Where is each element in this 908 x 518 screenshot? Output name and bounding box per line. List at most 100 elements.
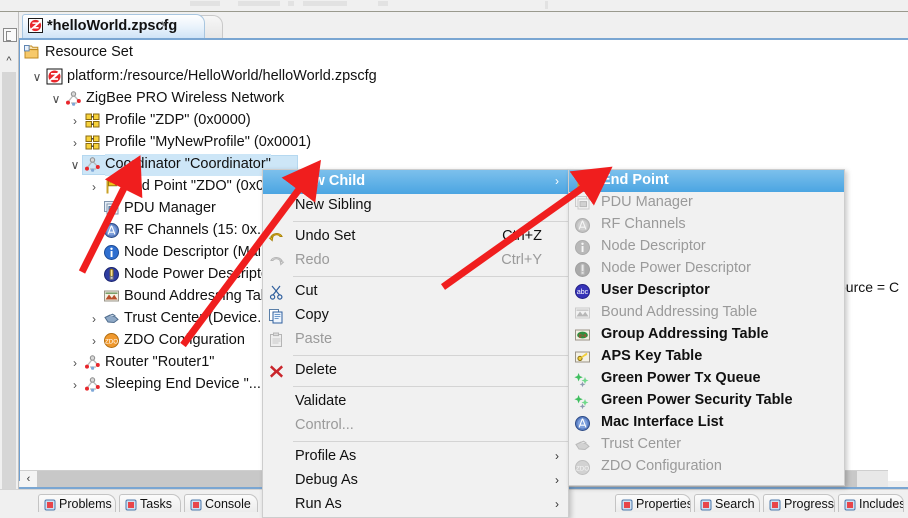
menu-item-delete[interactable]: Delete: [263, 359, 568, 383]
submenu-item-label: Node Power Descriptor: [601, 260, 751, 276]
copy-icon: [268, 308, 286, 325]
submenu-item-group-addressing-table[interactable]: g-a Group Addressing Table: [569, 324, 844, 346]
toolbar-chip: [288, 1, 294, 6]
green-power-security-table-icon: [574, 393, 592, 410]
tree-row-label: Trust Center (Device...): [124, 310, 275, 326]
menu-item-new-child[interactable]: New Child ›: [263, 170, 568, 194]
submenu-item-zdo-configuration: ZDO ZDO Configuration: [569, 456, 844, 478]
bottom-tab-label: Tasks: [140, 497, 172, 511]
tree-row-label: End Point "ZDO" (0x00): [124, 178, 277, 194]
chevron-right-icon[interactable]: ›: [68, 132, 82, 154]
menu-item-debug-as[interactable]: Debug As ›: [263, 469, 568, 493]
svg-text:abc: abc: [577, 289, 589, 296]
chevron-down-icon[interactable]: ∨: [49, 88, 63, 110]
aps-key-table-icon: [574, 349, 592, 366]
bottom-tab-label: Progress: [784, 497, 835, 511]
submenu-item-label: Trust Center: [601, 436, 682, 452]
profile-icon: [84, 112, 101, 129]
toolbar-chip: [190, 1, 220, 6]
profile-icon: [84, 134, 101, 151]
user-descriptor-icon: abc: [574, 283, 592, 300]
node-power-descriptor-icon: [103, 266, 120, 283]
vertical-scrollbar[interactable]: [2, 72, 16, 492]
menu-item-label: Delete: [295, 362, 337, 378]
bottom-tab-tasks[interactable]: Tasks: [119, 494, 181, 512]
submenu-item-aps-key-table[interactable]: APS Key Table: [569, 346, 844, 368]
menu-item-copy[interactable]: Copy: [263, 304, 568, 328]
submenu-item-user-descriptor[interactable]: abc User Descriptor: [569, 280, 844, 302]
bound-addressing-table-icon: [103, 288, 120, 305]
pdu-manager-icon: [103, 200, 120, 217]
new-child-submenu[interactable]: End Point PDU Manager RF Channels Node D…: [568, 169, 845, 486]
zigbee-config-file-icon: [28, 18, 43, 33]
bottom-tab-label: Properties: [636, 497, 691, 511]
bottom-tab-properties[interactable]: Properties: [615, 494, 691, 512]
router-icon: [84, 354, 101, 371]
bottom-tab-includes[interactable]: Includes: [838, 494, 904, 512]
tree-row[interactable]: › Profile "ZDP" (0x0000): [20, 110, 880, 132]
chevron-right-icon[interactable]: ›: [87, 330, 101, 352]
tree-row[interactable]: › Profile "MyNewProfile" (0x0001): [20, 132, 880, 154]
menu-item-control: Control...: [263, 414, 568, 438]
coordinator-icon: [84, 156, 101, 173]
menu-item-label: Run As: [295, 496, 342, 512]
sleeping-end-device-icon: [84, 376, 101, 393]
submenu-item-trust-center: Trust Center: [569, 434, 844, 456]
bottom-tab-problems[interactable]: Problems: [38, 494, 116, 512]
submenu-item-label: RF Channels: [601, 216, 686, 232]
chevron-right-icon[interactable]: ›: [68, 110, 82, 132]
tree-row[interactable]: ∨ platform:/resource/HelloWorld/helloWor…: [20, 66, 880, 88]
tree-row[interactable]: ∨ ZigBee PRO Wireless Network: [20, 88, 880, 110]
menu-separator: [293, 386, 568, 387]
menu-item-label: Cut: [295, 283, 318, 299]
submenu-item-label: End Point: [601, 172, 669, 188]
end-point-icon: [103, 178, 120, 195]
close-icon[interactable]: ☓: [157, 18, 171, 32]
chevron-right-icon[interactable]: ›: [68, 374, 82, 396]
rf-channels-icon: [574, 217, 592, 234]
menu-item-paste: Paste: [263, 328, 568, 352]
submenu-item-end-point[interactable]: End Point: [569, 170, 844, 192]
toolbar-strip: [0, 0, 908, 11]
bound-addressing-table-icon: [574, 305, 592, 322]
menu-item-undo-set[interactable]: Undo Set Ctrl+Z: [263, 225, 568, 249]
chevron-up-icon[interactable]: ^: [2, 54, 16, 68]
chevron-down-icon[interactable]: ∨: [68, 154, 82, 176]
submenu-item-green-power-security-table[interactable]: Green Power Security Table: [569, 390, 844, 412]
chevron-right-icon[interactable]: ›: [68, 352, 82, 374]
tree-row-label: Bound Addressing Table: [124, 288, 281, 304]
submenu-footer: [569, 478, 844, 485]
submenu-item-pdu-manager: PDU Manager: [569, 192, 844, 214]
menu-item-cut[interactable]: Cut: [263, 280, 568, 304]
scroll-left-icon[interactable]: ‹: [20, 471, 37, 488]
bottom-tab-label: Search: [715, 497, 755, 511]
group-addressing-table-icon: g-a: [574, 327, 592, 344]
bottom-tab-progress[interactable]: Progress: [763, 494, 835, 512]
menu-separator: [293, 355, 568, 356]
tree-row-label: Node Power Descriptor: [124, 266, 274, 282]
menu-item-profile-as[interactable]: Profile As ›: [263, 445, 568, 469]
restore-perspective-icon[interactable]: [3, 28, 17, 42]
submenu-item-mac-interface-list[interactable]: Mac Interface List: [569, 412, 844, 434]
tree-row-label: platform:/resource/HelloWorld/helloWorld…: [67, 68, 377, 84]
bottom-tab-console[interactable]: Console: [184, 494, 258, 512]
submenu-item-label: User Descriptor: [601, 282, 710, 298]
search-icon: [700, 499, 712, 511]
menu-item-validate[interactable]: Validate: [263, 390, 568, 414]
tree-row-label: ZigBee PRO Wireless Network: [86, 90, 285, 106]
chevron-down-icon[interactable]: ∨: [30, 66, 44, 88]
svg-text:g-a: g-a: [579, 333, 587, 339]
menu-item-label: Debug As: [295, 472, 358, 488]
editor-top-accent: [19, 38, 908, 40]
menu-item-new-sibling[interactable]: New Sibling ›: [263, 194, 568, 218]
bottom-tab-search[interactable]: Search: [694, 494, 760, 512]
submenu-item-green-power-tx-queue[interactable]: Green Power Tx Queue: [569, 368, 844, 390]
chevron-right-icon[interactable]: ›: [87, 308, 101, 330]
tree-row-label: Sleeping End Device "...: [105, 376, 261, 392]
menu-item-label: New Child: [295, 173, 366, 189]
menu-item-label: Paste: [295, 331, 333, 347]
chevron-right-icon[interactable]: ›: [87, 176, 101, 198]
context-menu[interactable]: New Child › New Sibling › Undo Set Ctrl+Z Re…: [262, 169, 569, 518]
mac-interface-list-icon: [574, 415, 592, 432]
menu-item-run-as[interactable]: Run As ›: [263, 493, 568, 517]
